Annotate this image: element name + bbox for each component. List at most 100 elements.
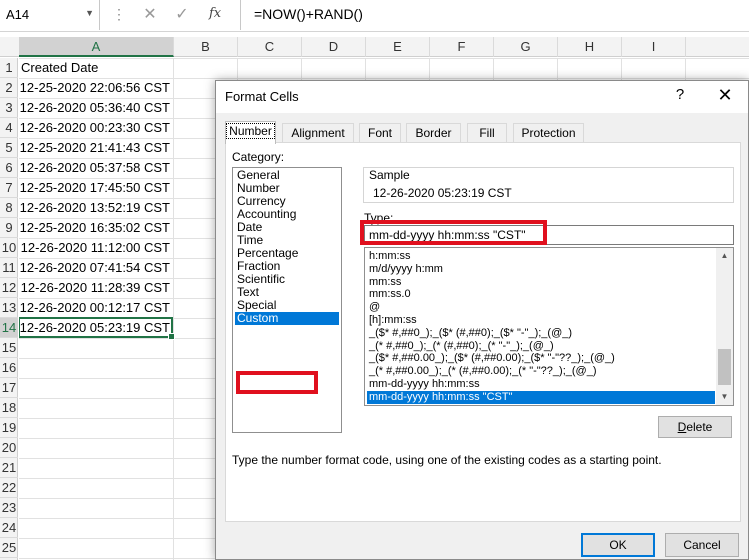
format-code-item[interactable]: @ <box>367 301 715 314</box>
tab-protection[interactable]: Protection <box>513 123 584 143</box>
row-header[interactable]: 12 <box>0 278 18 298</box>
row-header[interactable]: 22 <box>0 478 18 498</box>
format-code-item[interactable]: mm-dd-yyyy hh:mm:ss <box>367 378 715 391</box>
scroll-down-icon[interactable]: ▼ <box>716 389 733 405</box>
row-header[interactable]: 15 <box>0 338 18 358</box>
row-header[interactable]: 6 <box>0 158 18 178</box>
row-header[interactable]: 4 <box>0 118 18 138</box>
row-header[interactable]: 2 <box>0 78 18 98</box>
hint-text: Type the number format code, using one o… <box>232 453 662 467</box>
row-header[interactable]: 25 <box>0 538 18 558</box>
row-header[interactable]: 20 <box>0 438 18 458</box>
column-header-d[interactable]: D <box>302 37 366 57</box>
format-code-item[interactable]: h:mm:ss <box>367 250 715 263</box>
format-code-item[interactable]: _($* #,##0_);_($* (#,##0);_($* "-"_);_(@… <box>367 327 715 340</box>
row-header[interactable]: 7 <box>0 178 18 198</box>
format-code-item[interactable]: _($* #,##0.00_);_($* (#,##0.00);_($* "-"… <box>367 352 715 365</box>
row-headers: 1 2 3 4 5 6 7 8 9 10 11 12 13 14 15 16 17 18 19 20 21 22 23 24 2… <box>0 58 18 560</box>
format-code-item[interactable]: [h]:mm:ss <box>367 314 715 327</box>
table-cell[interactable]: 12-26-2020 07:41:54 CST <box>19 258 173 278</box>
row-header[interactable]: 11 <box>0 258 18 278</box>
row-header[interactable]: 16 <box>0 358 18 378</box>
row-header[interactable]: 3 <box>0 98 18 118</box>
vertical-scrollbar[interactable]: ▲ ▼ <box>716 248 733 405</box>
category-item[interactable]: Custom <box>235 312 339 325</box>
tab-font-label: Font <box>367 126 392 140</box>
table-cell[interactable]: 12-26-2020 11:12:00 CST <box>19 238 173 258</box>
chevron-down-icon[interactable]: ▼ <box>85 8 94 18</box>
table-cell[interactable]: 12-25-2020 21:41:43 CST <box>19 138 173 158</box>
column-header-a[interactable]: A <box>19 37 174 57</box>
divider <box>240 0 241 30</box>
check-icon[interactable]: ✓ <box>172 4 192 26</box>
row-header[interactable]: 23 <box>0 498 18 518</box>
name-box[interactable]: A14 ▼ <box>0 0 100 30</box>
row-header[interactable]: 19 <box>0 418 18 438</box>
tab-strip: Number Alignment Font Border Fill Protec… <box>225 121 745 144</box>
name-box-value[interactable]: A14 <box>6 7 29 22</box>
sample-label: Sample <box>368 168 411 182</box>
tab-fill[interactable]: Fill <box>467 123 507 143</box>
help-button[interactable]: ? <box>669 86 691 108</box>
tab-font[interactable]: Font <box>359 123 401 143</box>
annotation-highlight <box>360 220 547 245</box>
table-cell[interactable]: 12-25-2020 16:35:02 CST <box>19 218 173 238</box>
tab-protection-label: Protection <box>521 126 576 140</box>
column-header-h[interactable]: H <box>558 37 622 57</box>
table-cell[interactable]: 12-25-2020 22:06:56 CST <box>19 78 173 98</box>
row-header[interactable]: 21 <box>0 458 18 478</box>
ok-button[interactable]: OK <box>581 533 655 557</box>
table-cell[interactable]: 12-26-2020 05:36:40 CST <box>19 98 173 118</box>
row-header[interactable]: 9 <box>0 218 18 238</box>
table-cell[interactable]: 12-26-2020 11:28:39 CST <box>19 278 173 298</box>
table-cell[interactable]: 12-26-2020 00:23:30 CST <box>19 118 173 138</box>
tab-alignment-label: Alignment <box>291 126 345 140</box>
cancel-icon[interactable]: ✕ <box>140 4 160 26</box>
delete-button[interactable]: Delete <box>658 416 732 438</box>
tab-fill-label: Fill <box>479 126 495 140</box>
row-header[interactable]: 14 <box>0 318 18 338</box>
table-cell[interactable]: 12-26-2020 13:52:19 CST <box>19 198 173 218</box>
column-header-f[interactable]: F <box>430 37 494 57</box>
tab-number[interactable]: Number <box>225 121 276 144</box>
row-header[interactable]: 18 <box>0 398 18 418</box>
format-code-list[interactable]: ▲ ▼ h:mm:ss m/d/yyyy h:mm mm:ss mm:ss.0 @ [h]… <box>364 247 734 406</box>
active-cell-border <box>19 317 175 340</box>
scroll-thumb[interactable] <box>718 349 731 385</box>
format-cells-dialog: Format Cells ? ✕ Number Alignment Font B… <box>215 80 749 560</box>
column-header-b[interactable]: B <box>174 37 238 57</box>
cell-a1-header[interactable]: Created Date <box>19 58 173 78</box>
column-header-e[interactable]: E <box>366 37 430 57</box>
row-header[interactable]: 10 <box>0 238 18 258</box>
table-cell[interactable]: 12-26-2020 00:12:17 CST <box>19 298 173 318</box>
cancel-button[interactable]: Cancel <box>665 533 739 557</box>
delete-button-label: elete <box>686 420 713 434</box>
formula-input[interactable]: =NOW()+RAND() <box>254 6 363 22</box>
row-header[interactable]: 13 <box>0 298 18 318</box>
insert-function-icon[interactable]: fx <box>209 6 221 21</box>
column-header-i[interactable]: I <box>622 37 686 57</box>
column-header-g[interactable]: G <box>494 37 558 57</box>
format-code-item[interactable]: mm:ss <box>367 276 715 289</box>
format-code-item[interactable]: _(* #,##0_);_(* (#,##0);_(* "-"_);_(@_) <box>367 340 715 353</box>
row-header[interactable]: 24 <box>0 518 18 538</box>
table-cell[interactable]: 12-26-2020 05:37:58 CST <box>19 158 173 178</box>
dialog-title: Format Cells <box>225 89 299 104</box>
row-header[interactable]: 17 <box>0 378 18 398</box>
format-code-item[interactable]: mm:ss.0 <box>367 288 715 301</box>
close-button[interactable]: ✕ <box>712 85 738 109</box>
format-code-item[interactable]: mm-dd-yyyy hh:mm:ss "CST" <box>367 390 715 404</box>
category-label: Category: <box>232 150 285 164</box>
number-tab-panel: Category: General Number Currency Accountin… <box>225 142 741 522</box>
column-header-c[interactable]: C <box>238 37 302 57</box>
format-code-item[interactable]: m/d/yyyy h:mm <box>367 263 715 276</box>
tab-border[interactable]: Border <box>406 123 461 143</box>
row-header[interactable]: 8 <box>0 198 18 218</box>
tab-alignment[interactable]: Alignment <box>282 123 354 143</box>
scroll-up-icon[interactable]: ▲ <box>716 248 733 264</box>
row-header[interactable]: 5 <box>0 138 18 158</box>
more-icon: ⋮ <box>112 6 126 22</box>
table-cell[interactable]: 12-25-2020 17:45:50 CST <box>19 178 173 198</box>
format-code-item[interactable]: _(* #,##0.00_);_(* (#,##0.00);_(* "-"??_… <box>367 365 715 378</box>
row-header[interactable]: 1 <box>0 58 18 78</box>
